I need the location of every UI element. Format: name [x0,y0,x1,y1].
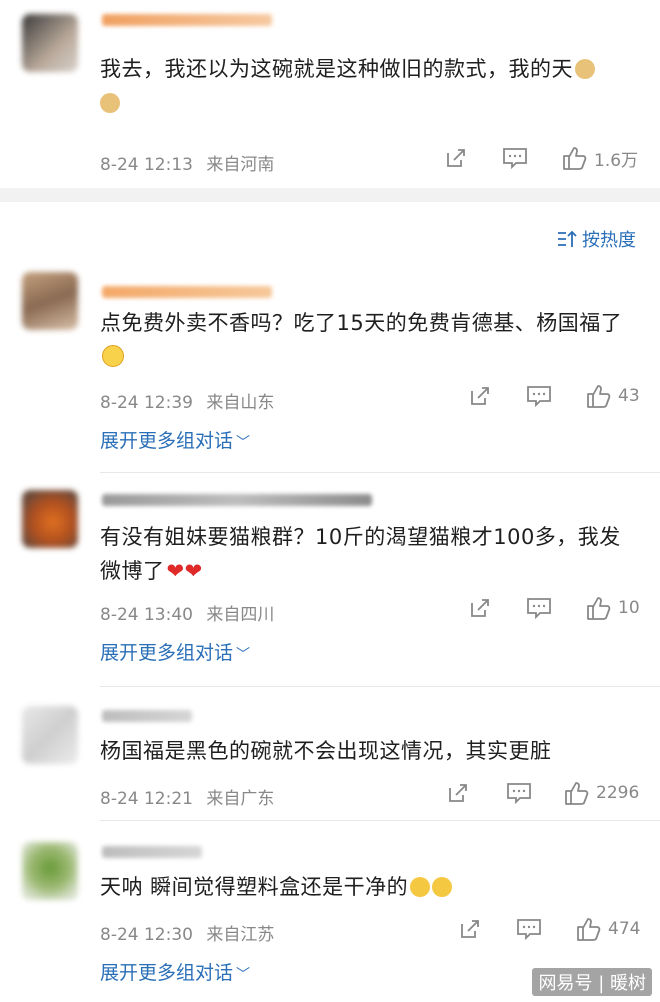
comment-text: 点免费外卖不香吗？吃了15天的免费肯德基、杨国福了 [100,306,640,374]
divider [100,472,660,473]
location: 来自广东 [206,789,275,809]
avatar[interactable] [22,490,78,548]
reply-button[interactable] [526,385,552,407]
like-icon [563,147,587,170]
reply-button[interactable] [526,597,552,619]
share-button[interactable] [444,146,468,170]
comment-4: 杨国福是黑色的碗就不会出现这情况，其实更脏 8-24 12:21 来自广东 22… [0,702,660,821]
like-count: 43 [618,386,640,406]
comment-text: 杨国福是黑色的碗就不会出现这情况，其实更脏 [100,739,552,763]
share-button[interactable] [446,781,470,805]
crying-emoji-icon [575,59,595,79]
crying-emoji-icon [100,93,120,113]
comment-text: 我去，我还以为这碗就是这种做旧的款式，我的天 [100,52,640,120]
comment-meta: 8-24 12:30 来自江苏 [100,920,274,945]
comment-3: 有没有姐妹要猫粮群？10斤的渴望猫粮才100多，我发微博了❤❤ 8-24 13:… [0,486,660,687]
share-button[interactable] [468,384,492,408]
like-button[interactable]: 10 [586,595,640,621]
like-count: 1.6万 [594,150,639,171]
username[interactable] [102,710,192,722]
location: 来自江苏 [206,925,275,945]
like-icon [565,782,589,805]
chevron-down-icon: ﹀ [236,647,251,663]
location: 来自四川 [206,605,275,625]
expand-replies-link[interactable]: 展开更多组对话 ﹀ [100,426,250,453]
like-button[interactable]: 2296 [564,780,639,806]
divider [100,820,660,821]
comment-icon [517,919,541,940]
like-count: 10 [618,598,640,618]
comment-icon [527,386,551,407]
laughing-emoji-icon [410,877,431,897]
reply-button[interactable] [502,147,528,169]
timestamp: 8-24 12:21 [100,789,193,809]
share-icon [471,599,489,617]
username[interactable] [102,14,272,26]
like-button[interactable]: 474 [576,916,640,942]
reply-button[interactable] [516,918,542,940]
like-icon [587,385,611,408]
share-icon [447,149,465,167]
chevron-down-icon: ﹀ [236,435,251,451]
like-button[interactable]: 43 [586,383,640,409]
section-divider-band [0,188,660,202]
comment-icon [503,148,527,169]
avatar[interactable] [22,842,78,900]
sort-icon [558,230,577,247]
timestamp: 8-24 12:39 [100,393,193,413]
like-icon [587,597,611,620]
comment-meta: 8-24 12:21 来自广东 [100,784,274,809]
avatar[interactable] [22,272,78,330]
reply-button[interactable] [506,782,532,804]
chevron-down-icon: ﹀ [236,967,251,983]
comment-meta: 8-24 13:40 来自四川 [100,600,274,625]
share-button[interactable] [458,917,482,941]
location: 来自山东 [206,393,275,413]
laughing-emoji-icon [432,877,453,897]
like-count: 2296 [596,783,640,803]
divider [100,686,660,687]
username[interactable] [102,494,372,506]
watermark: 网易号 | 暖树 [532,968,652,996]
comment-icon [527,598,551,619]
timestamp: 8-24 12:13 [100,155,193,175]
share-button[interactable] [468,596,492,620]
like-icon [577,918,601,941]
comment-text: 有没有姐妹要猫粮群？10斤的渴望猫粮才100多，我发微博了❤❤ [100,525,621,583]
timestamp: 8-24 13:40 [100,605,193,625]
username[interactable] [102,286,272,298]
share-icon [471,387,489,405]
expand-replies-link[interactable]: 展开更多组对话 ﹀ [100,958,250,985]
comment-meta: 8-24 12:39 来自山东 [100,388,274,413]
username[interactable] [102,846,202,858]
comment-meta: 8-24 12:13 来自河南 [100,150,274,175]
location: 来自河南 [206,155,275,175]
like-button[interactable]: 1.6万 [562,145,638,171]
comment-text: 天呐 瞬间觉得塑料盒还是干净的 [100,870,640,904]
sort-label: 按热度 [582,230,636,251]
avatar[interactable] [22,14,78,72]
avatar[interactable] [22,706,78,764]
comment-icon [507,783,531,804]
like-count: 474 [608,919,641,939]
heart-emoji-icon: ❤❤ [166,559,203,583]
smile-emoji-icon [102,345,124,367]
timestamp: 8-24 12:30 [100,925,193,945]
sort-by-hot-button[interactable]: 按热度 [556,226,636,252]
comment-1: 我去，我还以为这碗就是这种做旧的款式，我的天 8-24 12:13 来自河南 1… [0,0,660,188]
comment-2: 点免费外卖不香吗？吃了15天的免费肯德基、杨国福了 8-24 12:39 来自山… [0,270,660,473]
expand-replies-link[interactable]: 展开更多组对话 ﹀ [100,638,250,665]
share-icon [449,784,467,802]
share-icon [461,920,479,938]
